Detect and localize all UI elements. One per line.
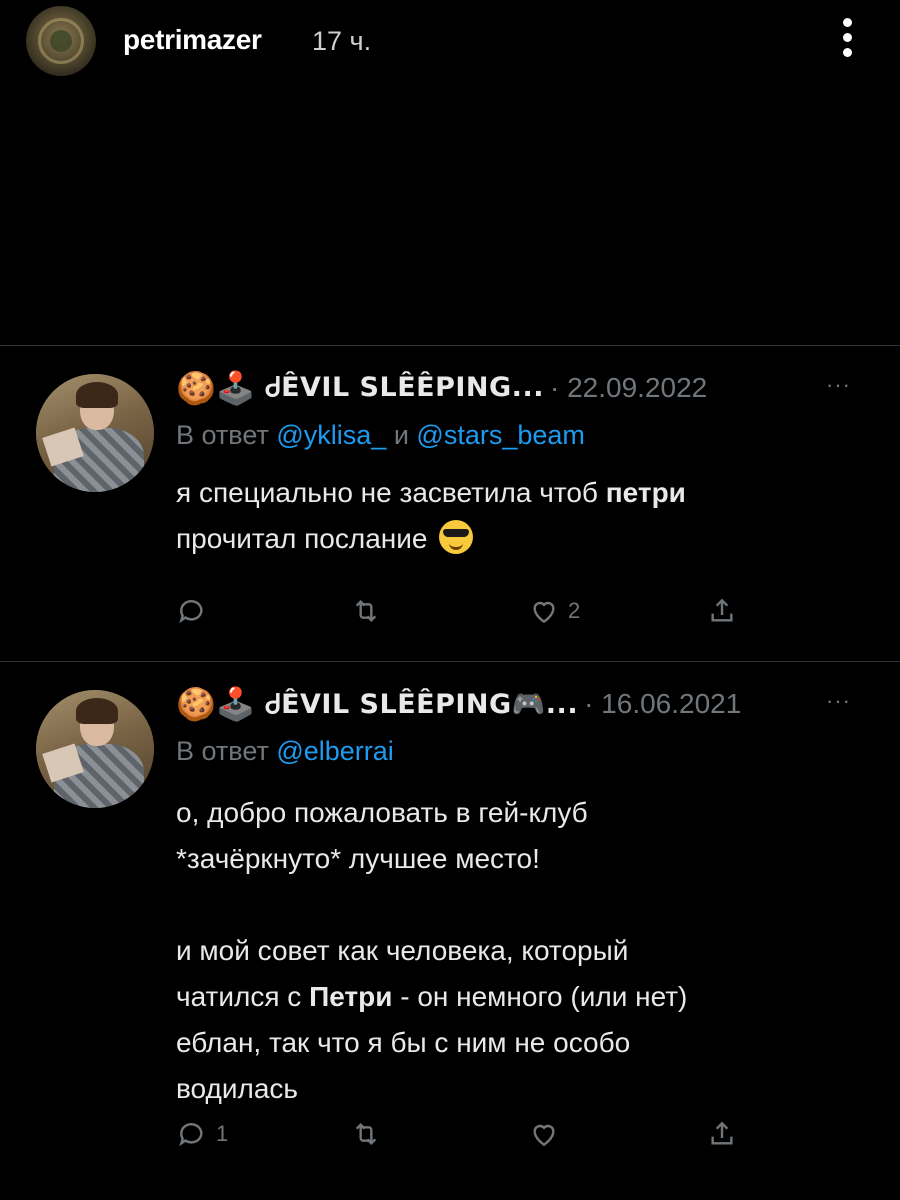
text-line: чатился с (176, 981, 302, 1012)
tweet-text: я специально не засветила чтоб петри про… (176, 470, 856, 562)
more-options-icon[interactable] (836, 16, 860, 60)
text-line: *зачёркнуто* лучшее место! (176, 843, 540, 874)
retweet-icon (355, 599, 377, 623)
text-line: еблан, так что я бы с ним не особо (176, 1027, 631, 1058)
tweet-text: о, добро пожаловать в гей-клуб *зачёркну… (176, 790, 856, 1112)
retweet-button[interactable] (350, 1114, 390, 1154)
mention-link[interactable]: @yklisa_ (276, 420, 386, 450)
heart-icon (533, 1124, 555, 1147)
tweet-date[interactable]: · 22.09.2022 (550, 372, 707, 404)
share-icon (711, 598, 733, 622)
display-name[interactable]: ᏧÊVIL SLÊÊPING🎮... (266, 688, 578, 721)
tweet-header: 🍪🕹️ ᏧÊVIL SLÊÊPING🎮... · 16.06.2021 (176, 684, 741, 724)
story-header: petrimazer 17 ч. (0, 0, 900, 345)
text-line: и мой совет как человека, который (176, 935, 629, 966)
reply-button[interactable]: 1 (176, 1114, 228, 1154)
retweet-button[interactable] (350, 591, 390, 631)
cookie-joystick-emoji: 🍪🕹️ (176, 685, 256, 723)
sunglasses-emoji (439, 520, 474, 554)
share-button[interactable] (706, 591, 738, 631)
retweet-icon (355, 1122, 377, 1146)
tweet-actions: 1 (176, 1114, 776, 1154)
avatar[interactable] (36, 690, 154, 808)
heart-icon (533, 601, 555, 624)
story-time: 17 ч. (312, 26, 372, 56)
share-icon (711, 1121, 733, 1145)
reply-join: и (393, 420, 409, 450)
bold-mention: Петри (309, 981, 393, 1012)
story-avatar[interactable] (26, 6, 96, 76)
text-line: водилась (176, 1073, 298, 1104)
screen: petrimazer 17 ч. 🍪🕹️ ᏧÊVIL SLÊÊPING... ·… (0, 0, 900, 1200)
more-icon[interactable]: ··· (826, 688, 851, 714)
cookie-joystick-emoji: 🍪🕹️ (176, 369, 256, 407)
reply-to: В ответ @elberrai (176, 736, 394, 767)
mention-link[interactable]: @stars_beam (416, 420, 584, 450)
reply-prefix: В ответ (176, 736, 269, 766)
tweet-header: 🍪🕹️ ᏧÊVIL SLÊÊPING... · 22.09.2022 (176, 368, 707, 408)
reply-icon (179, 1123, 203, 1147)
reply-button[interactable] (176, 591, 216, 631)
story-username[interactable]: petrimazer (123, 24, 262, 56)
like-button[interactable]: 2 (528, 591, 580, 631)
avatar[interactable] (36, 374, 154, 492)
more-icon[interactable]: ··· (826, 372, 851, 398)
like-button[interactable] (528, 1114, 568, 1154)
tweet[interactable]: 🍪🕹️ ᏧÊVIL SLÊÊPING... · 22.09.2022 ··· В… (0, 346, 900, 661)
reply-to: В ответ @yklisa_ и @stars_beam (176, 420, 585, 451)
reply-icon (179, 600, 203, 624)
mention-link[interactable]: @elberrai (276, 736, 393, 766)
text-line: прочитал послание (176, 523, 428, 554)
tweet[interactable]: 🍪🕹️ ᏧÊVIL SLÊÊPING🎮... · 16.06.2021 ··· … (0, 662, 900, 1200)
text-line: о, добро пожаловать в гей-клуб (176, 797, 588, 828)
text-line: - он немного (или нет) (400, 981, 688, 1012)
tweet-date[interactable]: · 16.06.2021 (584, 688, 741, 720)
share-button[interactable] (706, 1114, 738, 1154)
tweet-actions: 2 (176, 591, 776, 631)
text-line: я специально не засветила чтоб (176, 477, 598, 508)
reply-prefix: В ответ (176, 420, 269, 450)
display-name[interactable]: ᏧÊVIL SLÊÊPING... (266, 372, 544, 404)
bold-mention: петри (605, 477, 686, 508)
